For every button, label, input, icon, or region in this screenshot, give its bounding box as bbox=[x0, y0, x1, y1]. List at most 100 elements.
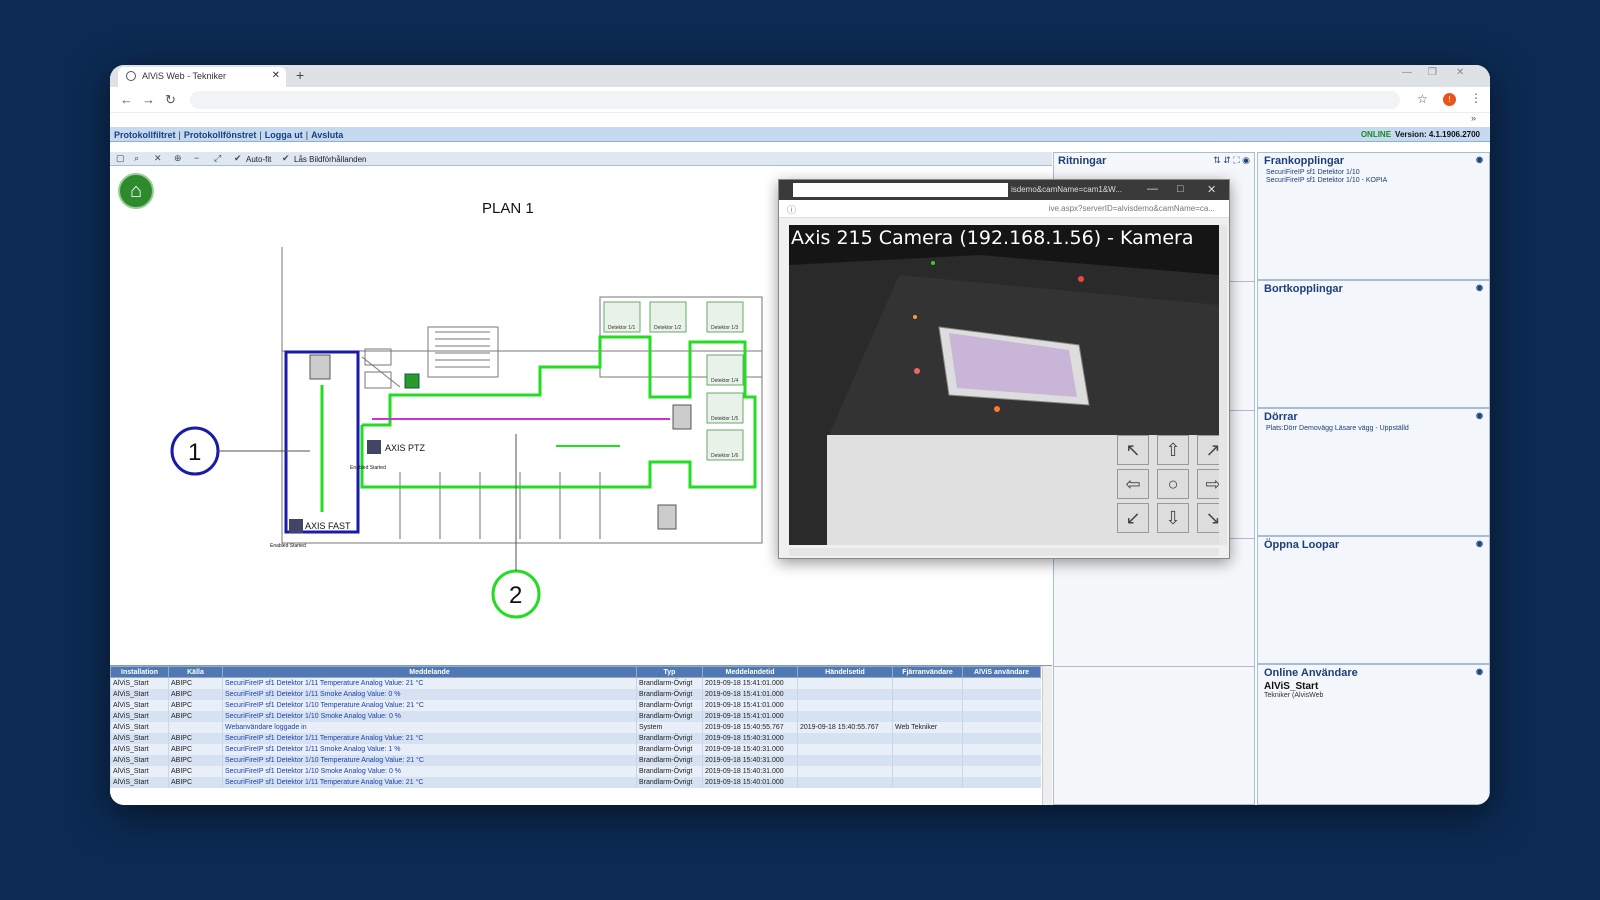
camera-caption: Axis 215 Camera (192.168.1.56) - Kamera bbox=[791, 227, 1194, 249]
restore-icon[interactable]: ❐ bbox=[1428, 67, 1437, 78]
window-close-icon[interactable]: ✕ bbox=[1456, 67, 1464, 78]
zoom-in-icon[interactable]: ⊕ bbox=[174, 153, 182, 164]
camera-ptz-icon[interactable] bbox=[367, 440, 381, 454]
minimize-icon[interactable]: — bbox=[1147, 183, 1158, 195]
menu-logga-ut[interactable]: Logga ut bbox=[265, 130, 303, 140]
table-cell: Brandlarm-Övrigt bbox=[636, 743, 703, 755]
menu-protokollfiltret[interactable]: Protokollfiltret bbox=[114, 130, 176, 140]
table-row[interactable]: AlViS_Start ABIPC SecuriFireIP sf1 Detekto… bbox=[110, 732, 1041, 744]
camera-fast-icon[interactable] bbox=[289, 519, 303, 533]
log-scrollbar[interactable] bbox=[1042, 666, 1052, 805]
column-header[interactable]: Händelsetid bbox=[797, 666, 893, 678]
camera-popup-title: isdemo&camName=cam1&W... bbox=[1011, 185, 1122, 194]
table-cell: 2019-09-18 15:40:31.000 bbox=[702, 743, 798, 755]
table-cell bbox=[962, 743, 1041, 755]
bookmarks-bar: » bbox=[110, 113, 1490, 127]
pin-icon[interactable]: ◉ bbox=[1476, 283, 1483, 292]
camera-popup-title-input[interactable] bbox=[793, 183, 1008, 197]
column-header[interactable]: AlViS användare bbox=[962, 666, 1041, 678]
table-cell bbox=[797, 710, 893, 722]
browser-tab[interactable]: AlViS Web - Tekniker ✕ bbox=[118, 67, 286, 87]
table-cell: AlViS_Start bbox=[110, 732, 169, 744]
camera-horizontal-scrollbar[interactable] bbox=[789, 548, 1219, 556]
select-icon[interactable]: ▢ bbox=[116, 153, 125, 164]
table-row[interactable]: AlViS_Start ABIPC SecuriFireIP sf1 Detekto… bbox=[110, 743, 1041, 755]
column-header[interactable]: Installation bbox=[110, 666, 169, 678]
table-row[interactable]: AlViS_Start ABIPC SecuriFireIP sf1 Detekto… bbox=[110, 699, 1041, 711]
table-row[interactable]: AlViS_Start ABIPC SecuriFireIP sf1 Detekto… bbox=[110, 765, 1041, 777]
fit-icon[interactable]: ⤢ bbox=[214, 153, 221, 164]
zoom-icon[interactable]: ⌕ bbox=[134, 153, 139, 164]
sort-icons[interactable]: ⇅ ⇵ ⛶ ◉ bbox=[1213, 155, 1250, 166]
list-item[interactable]: SecuriFireIP sf1 Detektor 1/10 - KOPIA bbox=[1258, 177, 1489, 185]
table-cell: SecuriFireIP sf1 Detektor 1/11 Smoke Ana… bbox=[222, 688, 637, 700]
table-cell bbox=[892, 732, 963, 744]
column-header[interactable]: Källa bbox=[168, 666, 223, 678]
column-header[interactable]: Meddelande bbox=[222, 666, 637, 678]
table-cell: SecuriFireIP sf1 Detektor 1/11 Temperatu… bbox=[222, 677, 637, 689]
camera-video-feed[interactable]: Axis 215 Camera (192.168.1.56) - Kamera … bbox=[789, 225, 1219, 545]
ptz-home-icon[interactable]: ○ bbox=[1157, 469, 1189, 499]
table-row[interactable]: AlViS_Start ABIPC SecuriFireIP sf1 Detekto… bbox=[110, 677, 1041, 689]
bookmark-star-icon[interactable]: ☆ bbox=[1417, 92, 1428, 106]
close-tab-icon[interactable]: ✕ bbox=[272, 70, 280, 81]
minimize-icon[interactable]: — bbox=[1402, 67, 1412, 78]
table-cell bbox=[892, 688, 963, 700]
forward-icon[interactable]: → bbox=[142, 92, 155, 107]
panel-device-icon[interactable] bbox=[657, 504, 677, 530]
table-cell: 2019-09-18 15:40:31.000 bbox=[702, 765, 798, 777]
address-bar[interactable] bbox=[190, 91, 1400, 109]
column-header[interactable]: Fjärranvändare bbox=[892, 666, 963, 678]
info-icon[interactable]: ⓘ bbox=[787, 203, 796, 216]
ptz-left-icon[interactable]: ⇦ bbox=[1117, 469, 1149, 499]
extension-icon[interactable]: ! bbox=[1443, 93, 1456, 106]
table-row[interactable]: AlViS_Start ABIPC SecuriFireIP sf1 Detekto… bbox=[110, 688, 1041, 700]
table-cell bbox=[962, 677, 1041, 689]
ptz-right-icon[interactable]: ⇨ bbox=[1197, 469, 1219, 499]
ptz-up-icon[interactable]: ⇧ bbox=[1157, 435, 1189, 465]
event-log: Installation Källa Meddelande Typ Meddelande… bbox=[110, 665, 1052, 805]
zoom-out-icon[interactable]: − bbox=[194, 153, 199, 163]
column-header[interactable]: Typ bbox=[636, 666, 703, 678]
pin-icon[interactable]: ◉ bbox=[1476, 667, 1483, 676]
table-cell: ABIPC bbox=[168, 743, 223, 755]
close-icon[interactable]: ✕ bbox=[1207, 183, 1216, 196]
ptz-down-icon[interactable]: ⇩ bbox=[1157, 503, 1189, 533]
bookmarks-overflow-icon[interactable]: » bbox=[1471, 113, 1476, 123]
dorrar-panel: Dörrar ◉ Plats:Dörr Demovägg Läsare vägg … bbox=[1257, 408, 1490, 536]
pin-icon[interactable]: ◉ bbox=[1476, 539, 1483, 548]
ptz-down-left-icon[interactable]: ↙ bbox=[1117, 503, 1149, 533]
zoom-reset-icon[interactable]: ✕ bbox=[154, 153, 162, 164]
menu-avsluta[interactable]: Avsluta bbox=[311, 130, 343, 140]
table-cell: ABIPC bbox=[168, 699, 223, 711]
camera-vertical-scrollbar[interactable] bbox=[1219, 225, 1227, 545]
table-row[interactable]: AlViS_Start ABIPC SecuriFireIP sf1 Detekto… bbox=[110, 776, 1041, 788]
autofit-checkbox[interactable]: ✔ bbox=[234, 153, 242, 164]
exit-door-icon[interactable] bbox=[404, 373, 420, 389]
list-item[interactable]: SecuriFireIP sf1 Detektor 1/10 bbox=[1258, 169, 1489, 177]
pin-icon[interactable]: ◉ bbox=[1476, 411, 1483, 420]
ptz-up-left-icon[interactable]: ↖ bbox=[1117, 435, 1149, 465]
reload-icon[interactable]: ↻ bbox=[165, 92, 176, 108]
axis-fast-label: AXIS FAST bbox=[305, 521, 351, 531]
browser-menu-icon[interactable]: ⋮ bbox=[1470, 91, 1482, 105]
pin-icon[interactable]: ◉ bbox=[1476, 155, 1483, 164]
ptz-up-right-icon[interactable]: ↗ bbox=[1197, 435, 1219, 465]
back-icon[interactable]: ← bbox=[120, 92, 133, 107]
table-row[interactable]: AlViS_Start ABIPC SecuriFireIP sf1 Detekto… bbox=[110, 754, 1041, 766]
maximize-icon[interactable]: □ bbox=[1177, 183, 1184, 195]
column-header[interactable]: Meddelandetid bbox=[702, 666, 798, 678]
panel-device-icon[interactable] bbox=[309, 354, 331, 380]
table-cell: 2019-09-18 15:41:01.000 bbox=[702, 710, 798, 722]
new-tab-button[interactable]: + bbox=[296, 67, 304, 83]
table-row[interactable]: AlViS_Start ABIPC SecuriFireIP sf1 Detekto… bbox=[110, 710, 1041, 722]
table-cell: ABIPC bbox=[168, 754, 223, 766]
aspect-checkbox[interactable]: ✔ bbox=[282, 153, 290, 164]
panel-device-icon[interactable] bbox=[672, 404, 692, 430]
menu-protokollfonstret[interactable]: Protokollfönstret bbox=[184, 130, 257, 140]
ptz-down-right-icon[interactable]: ↘ bbox=[1197, 503, 1219, 533]
fast-status-label: Enabled Started bbox=[270, 543, 306, 549]
list-item[interactable]: Plats:Dörr Demovägg Läsare vägg - Uppstä… bbox=[1258, 425, 1489, 433]
detector-label: Detektor 1/5 bbox=[711, 416, 738, 422]
table-row[interactable]: AlViS_Start Webanvändare loggade in System… bbox=[110, 721, 1041, 733]
